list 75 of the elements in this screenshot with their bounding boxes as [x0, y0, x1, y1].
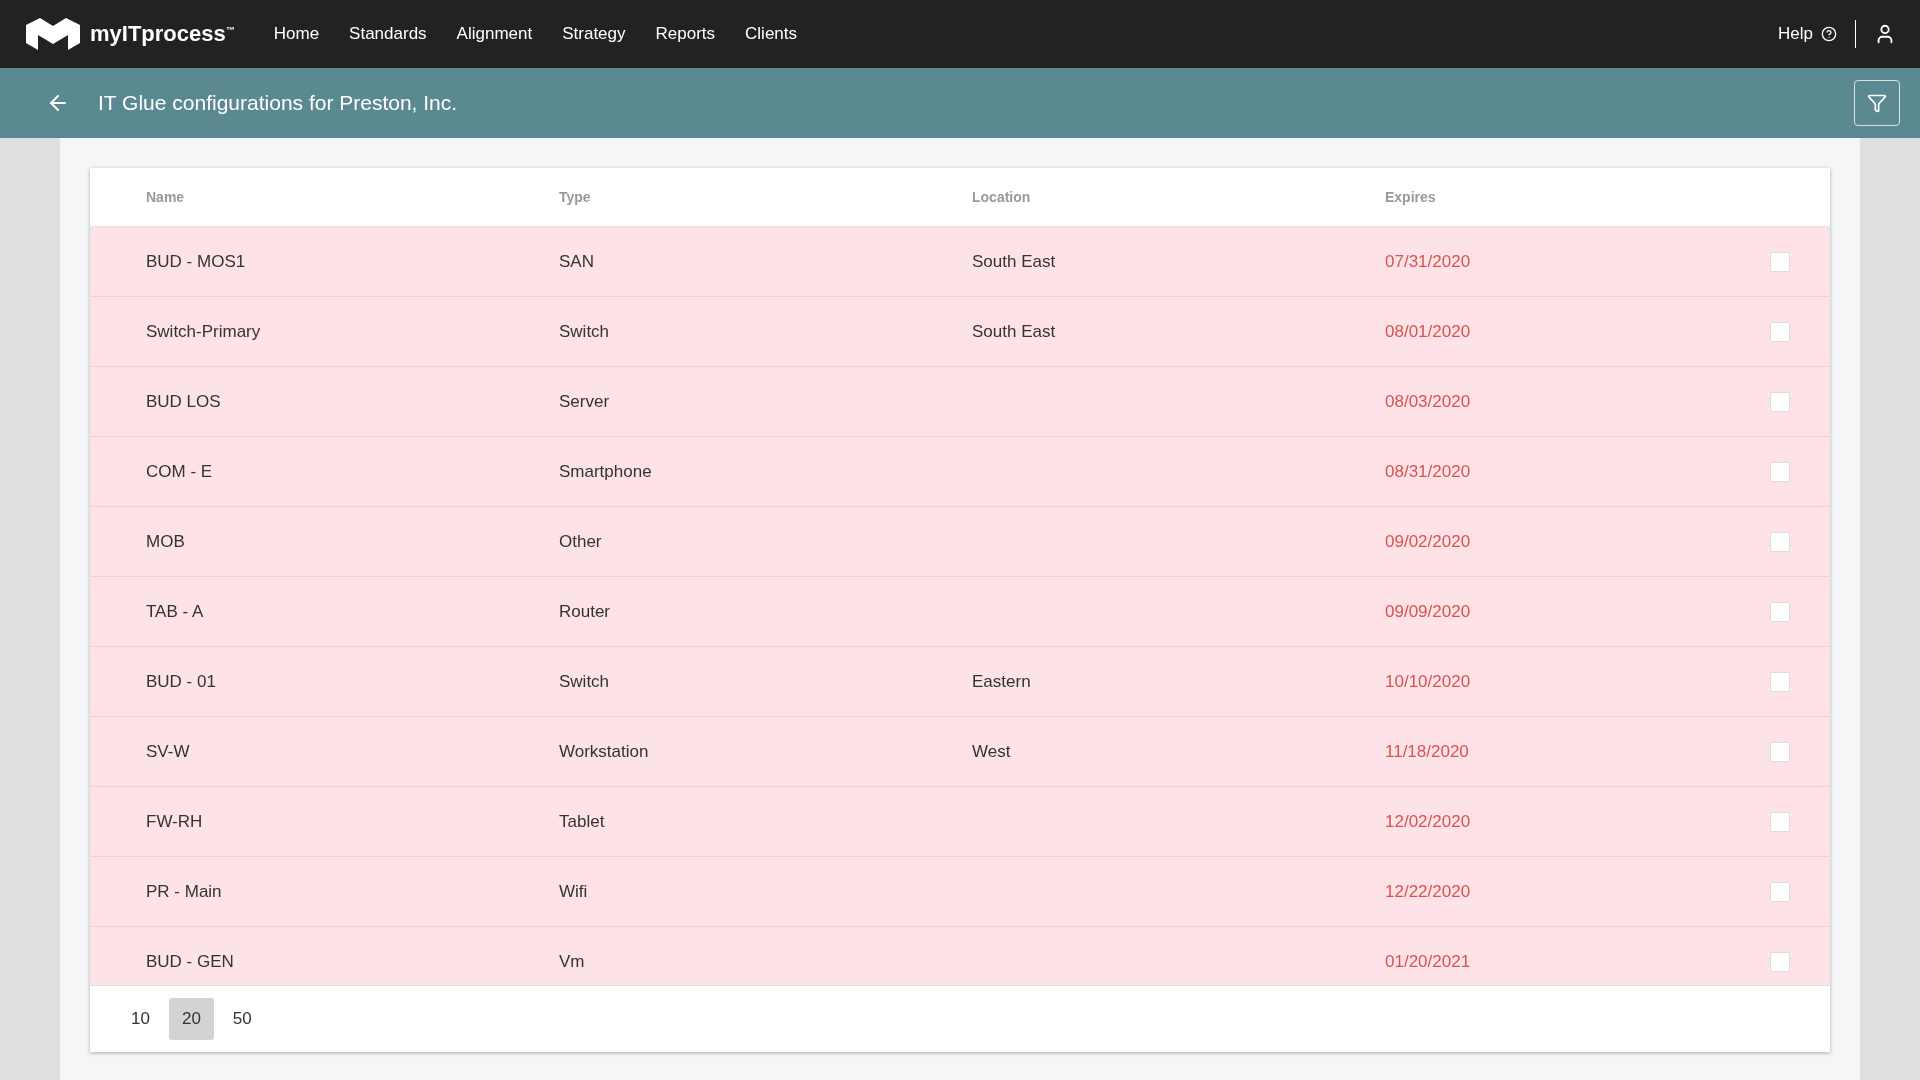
table-cell: Workstation	[559, 741, 649, 762]
table-cell: Router	[559, 601, 611, 622]
table-row[interactable]: Switch-Primary Switch South East 08/01/2020	[90, 297, 1830, 367]
table-cell: Switch-Primary	[146, 321, 261, 342]
table-cell: TAB - A	[146, 601, 204, 622]
table-cell: Wifi	[559, 881, 588, 902]
row-checkbox[interactable]	[1770, 321, 1790, 342]
table-cell: Eastern	[972, 671, 1031, 692]
table-row[interactable]: BUD - MOS1 SAN South East 07/31/2020	[90, 227, 1830, 297]
page-title: IT Glue configurations for Preston, Inc.	[98, 91, 458, 115]
brand-name: myITprocess$^{™}$	[90, 21, 235, 47]
row-checkbox[interactable]	[1770, 391, 1790, 412]
row-checkbox[interactable]	[1770, 811, 1790, 832]
table-cell: Other	[559, 531, 602, 552]
table-cell: South East	[972, 321, 1056, 342]
table-cell: BUD - 01	[146, 671, 216, 692]
table-cell: Smartphone	[559, 461, 652, 482]
table-row[interactable]: SV-W Workstation West 11/18/2020	[90, 717, 1830, 787]
help-icon	[1821, 26, 1837, 42]
table-row[interactable]: COM - E Smartphone 08/31/2020	[90, 437, 1830, 507]
filter-button[interactable]	[1854, 80, 1900, 126]
table-cell: SV-W	[146, 741, 190, 762]
table-row[interactable]: PR - Main Wifi 12/22/2020	[90, 857, 1830, 927]
table-cell: Server	[559, 391, 610, 412]
nav-link[interactable]: Home	[258, 24, 335, 44]
table-row[interactable]: FW-RH Tablet 12/02/2020	[90, 787, 1830, 857]
expiry-date: 11/18/2020	[1385, 741, 1469, 762]
table-row[interactable]: BUD LOS Server 08/03/2020	[90, 367, 1830, 437]
table-cell: COM - E	[146, 461, 213, 482]
table-cell: Tablet	[559, 811, 605, 832]
expiry-date: 08/03/2020	[1385, 391, 1471, 412]
expiry-date: 09/09/2020	[1385, 601, 1471, 622]
table-row[interactable]: MOB Other 09/02/2020	[90, 507, 1830, 577]
table-cell: SAN	[559, 251, 594, 272]
table-cell: FW-RH	[146, 811, 203, 832]
row-checkbox[interactable]	[1770, 741, 1790, 762]
row-checkbox[interactable]	[1770, 881, 1790, 902]
table-cell: BUD - GEN	[146, 951, 234, 972]
expiry-date: 07/31/2020	[1385, 251, 1471, 272]
row-checkbox[interactable]	[1770, 531, 1790, 552]
help-link[interactable]: Help	[1778, 24, 1837, 44]
table-cell: Switch	[559, 671, 610, 692]
row-checkbox[interactable]	[1770, 671, 1790, 692]
nav-link[interactable]: Clients	[730, 24, 812, 44]
expiry-date: 12/22/2020	[1385, 881, 1471, 902]
row-checkbox[interactable]	[1770, 601, 1790, 622]
page-size-option[interactable]: 10	[118, 998, 163, 1040]
table-cell: MOB	[146, 531, 185, 552]
expiry-date: 08/31/2020	[1385, 461, 1471, 482]
table-row[interactable]: BUD - GEN Vm 01/20/2021	[90, 927, 1830, 985]
page-size-option[interactable]: 20	[168, 998, 214, 1040]
brand-logo-icon	[24, 17, 82, 51]
table-row[interactable]: BUD - 01 Switch Eastern 10/10/2020	[90, 647, 1830, 717]
expiry-date: 08/01/2020	[1385, 321, 1471, 342]
nav-link[interactable]: Alignment	[441, 24, 548, 44]
table-cell: West	[972, 741, 1011, 762]
nav-link[interactable]: Strategy	[547, 24, 641, 44]
filter-icon	[1867, 93, 1887, 113]
table-cell: PR - Main	[146, 881, 222, 902]
expiry-date: 12/02/2020	[1385, 811, 1471, 832]
table-row[interactable]: TAB - A Router 09/09/2020	[90, 577, 1830, 647]
expiry-date: 01/20/2021	[1385, 951, 1471, 972]
row-checkbox[interactable]	[1770, 461, 1790, 482]
expiry-date: 09/02/2020	[1385, 531, 1471, 552]
table-cell: BUD LOS	[146, 391, 221, 412]
table-cell: Switch	[559, 321, 610, 342]
table-cell: Vm	[559, 951, 585, 972]
row-checkbox[interactable]	[1770, 951, 1790, 972]
table-cell: BUD - MOS1	[146, 251, 246, 272]
nav-link[interactable]: Reports	[640, 24, 731, 44]
nav-link[interactable]: Standards	[334, 24, 442, 44]
table-cell: South East	[972, 251, 1056, 272]
row-checkbox[interactable]	[1770, 251, 1790, 272]
page-size-option[interactable]: 50	[219, 998, 265, 1040]
expiry-date: 10/10/2020	[1385, 671, 1471, 692]
